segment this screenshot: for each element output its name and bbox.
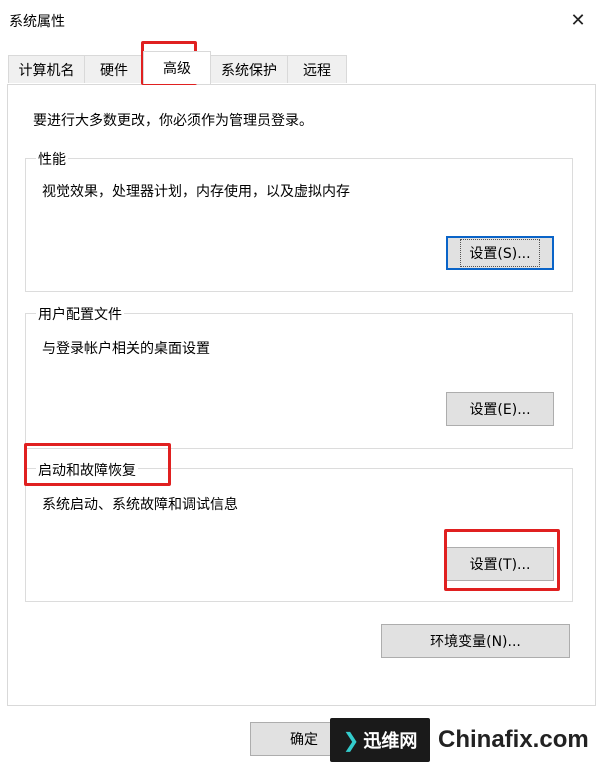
startup-recovery-group (25, 468, 573, 602)
user-profiles-settings-button[interactable]: 设置(E)... (446, 392, 554, 426)
startup-recovery-description: 系统启动、系统故障和调试信息 (42, 497, 238, 513)
watermark-site-text: Chinafix.com (438, 726, 589, 753)
close-button[interactable]: ✕ (556, 0, 600, 40)
environment-variables-button[interactable]: 环境变量(N)... (381, 624, 570, 658)
window-title: 系统属性 (9, 14, 65, 30)
watermark-logo: ❯ 迅维网 (330, 718, 430, 762)
title-bar: 系统属性 ✕ (0, 0, 600, 42)
tab-computer-name[interactable]: 计算机名 (8, 55, 85, 83)
watermark: ❯ 迅维网 Chinafix.com (330, 716, 600, 764)
performance-group (25, 158, 573, 292)
startup-recovery-legend: 启动和故障恢复 (36, 460, 138, 480)
tab-remote[interactable]: 远程 (287, 55, 347, 83)
performance-settings-label: 设置(S)... (460, 239, 540, 267)
tab-advanced[interactable]: 高级 (143, 51, 211, 84)
user-profiles-legend: 用户配置文件 (36, 304, 124, 324)
performance-description: 视觉效果，处理器计划，内存使用，以及虚拟内存 (42, 184, 350, 200)
user-profiles-description: 与登录帐户相关的桌面设置 (42, 341, 210, 357)
admin-note: 要进行大多数更改，你必须作为管理员登录。 (33, 113, 313, 129)
arrow-icon: ❯ (342, 728, 360, 752)
tab-hardware[interactable]: 硬件 (84, 55, 144, 83)
tab-system-protection[interactable]: 系统保护 (210, 55, 288, 83)
close-icon: ✕ (570, 9, 586, 31)
watermark-logo-text: 迅维网 (363, 731, 418, 752)
performance-settings-button[interactable]: 设置(S)... (446, 236, 554, 270)
user-profiles-group (25, 313, 573, 449)
performance-legend: 性能 (36, 149, 68, 169)
startup-recovery-settings-button[interactable]: 设置(T)... (446, 547, 554, 581)
